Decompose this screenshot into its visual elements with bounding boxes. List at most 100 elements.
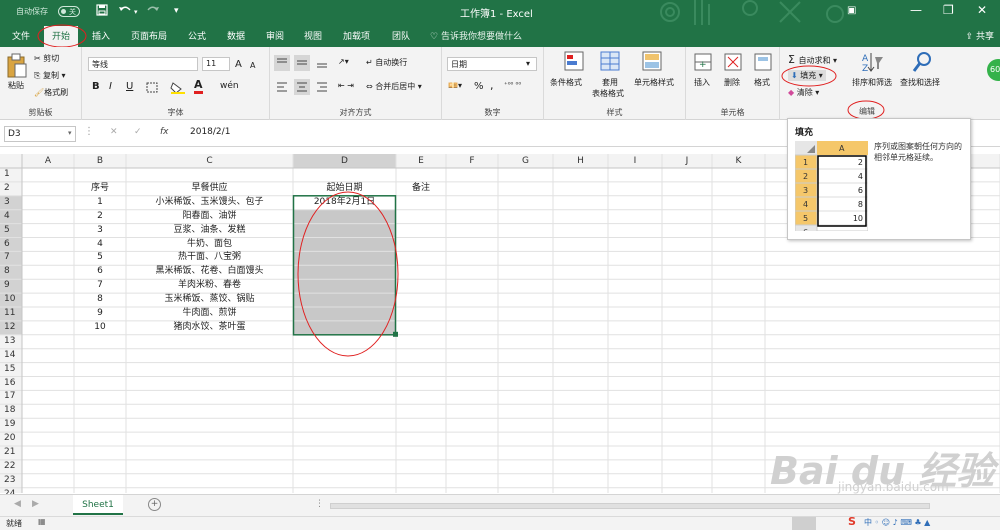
tab-file[interactable]: 文件 [12,29,30,42]
customize-qat-icon[interactable]: ▾ [174,6,179,16]
cell-c2-header[interactable]: 早餐供应 [126,182,293,195]
horizontal-scrollbar[interactable] [330,503,930,509]
comma-button[interactable]: , [490,79,494,92]
cell-c10[interactable]: 玉米稀饭、蒸饺、锅贴 [126,293,293,306]
cut-button[interactable]: ✂ 剪切 [34,53,59,64]
prev-sheet-icon[interactable]: ◀ [14,499,21,509]
format-as-table-button-2[interactable]: 表格格式 [592,88,624,99]
normal-view-icon[interactable] [792,517,816,530]
grow-font-button[interactable]: A [235,59,242,70]
close-button[interactable]: ✕ [977,3,987,17]
row-header-9[interactable]: 9 [0,279,22,292]
cancel-icon[interactable]: ✕ [110,127,118,137]
sheet-scroll-divider[interactable]: ⋮ [315,499,324,509]
underline-button[interactable]: U [126,81,133,92]
cell-e2-header[interactable]: 备注 [396,182,446,195]
font-color-button[interactable]: A [194,78,203,94]
row-header-17[interactable]: 17 [0,390,22,403]
formula-input[interactable]: 2018/2/1 [190,127,230,137]
wrap-text-button[interactable]: ↵ 自动换行 [366,57,407,68]
cell-c7[interactable]: 热干面、八宝粥 [126,251,293,264]
tell-me-box[interactable]: ♡ 告诉我你想要做什么 [430,29,522,42]
border-icon[interactable] [146,82,158,95]
clear-button[interactable]: ◆ 清除 ▾ [788,87,819,98]
phonetic-button[interactable]: wén [220,81,239,91]
save-icon[interactable] [96,4,108,19]
row-header-7[interactable]: 7 [0,251,22,264]
row-header-13[interactable]: 13 [0,335,22,348]
sheet-tab-sheet1[interactable]: Sheet1 [73,495,123,515]
row-header-5[interactable]: 5 [0,224,22,237]
bold-button[interactable]: B [92,81,100,92]
cell-b9[interactable]: 7 [74,279,126,292]
row-header-23[interactable]: 23 [0,474,22,487]
delete-cells-button[interactable]: 删除 [724,77,740,88]
align-horizontal-icons[interactable] [274,79,330,97]
shrink-font-button[interactable]: A [250,61,255,70]
column-header-i[interactable]: I [608,154,662,168]
cell-b5[interactable]: 3 [74,224,126,237]
row-header-18[interactable]: 18 [0,404,22,417]
cell-b11[interactable]: 9 [74,307,126,320]
column-header-f[interactable]: F [446,154,498,168]
row-header-15[interactable]: 15 [0,363,22,376]
find-select-button[interactable]: 查找和选择 [900,77,940,88]
column-header-h[interactable]: H [553,154,608,168]
decimal-icons[interactable]: ⁺⁰⁰ ⁰⁰ [504,81,521,89]
row-header-16[interactable]: 16 [0,377,22,390]
cell-c9[interactable]: 羊肉米粉、春卷 [126,279,293,292]
paste-button[interactable]: 粘贴 [8,80,24,91]
column-header-d[interactable]: D [293,154,396,168]
currency-icon[interactable]: 💴▾ [448,81,462,90]
percent-button[interactable]: % [474,81,484,92]
row-header-8[interactable]: 8 [0,265,22,278]
row-header-6[interactable]: 6 [0,238,22,251]
row-header-21[interactable]: 21 [0,446,22,459]
cell-b8[interactable]: 6 [74,265,126,278]
column-header-g[interactable]: G [498,154,553,168]
cell-styles-button[interactable]: 单元格样式 [634,77,674,88]
row-header-20[interactable]: 20 [0,432,22,445]
undo-dropdown-icon[interactable]: ▾ [134,8,138,16]
format-as-table-button-1[interactable]: 套用 [602,77,618,88]
row-header-10[interactable]: 10 [0,293,22,306]
cell-b10[interactable]: 8 [74,293,126,306]
cell-c4[interactable]: 阳春面、油饼 [126,210,293,223]
column-header-e[interactable]: E [396,154,446,168]
paste-icon[interactable] [6,53,28,81]
row-header-3[interactable]: 3 [0,196,22,209]
column-header-a[interactable]: A [22,154,74,168]
restore-button[interactable]: ❐ [943,3,954,17]
cell-c3[interactable]: 小米稀饭、玉米馒头、包子 [126,196,293,209]
autosave-toggle[interactable]: 关 [58,6,80,17]
cell-c6[interactable]: 牛奶、面包 [126,238,293,251]
insert-cells-button[interactable]: 插入 [694,77,710,88]
row-header-12[interactable]: 12 [0,321,22,334]
name-box-dropdown-icon[interactable]: ▾ [68,129,72,137]
row-header-22[interactable]: 22 [0,460,22,473]
cell-c8[interactable]: 黑米稀饭、花卷、白面馒头 [126,265,293,278]
insert-function-button[interactable]: fx [160,127,169,137]
enter-icon[interactable]: ✓ [134,127,142,137]
share-button[interactable]: ⇪ 共享 [966,29,994,42]
font-size-select[interactable]: 11 [202,57,230,71]
cell-b6[interactable]: 4 [74,238,126,251]
row-header-19[interactable]: 19 [0,418,22,431]
row-header-2[interactable]: 2 [0,182,22,195]
format-cells-button[interactable]: 格式 [754,77,770,88]
copy-button[interactable]: ⎘ 复制 ▾ [34,70,66,81]
cell-b4[interactable]: 2 [74,210,126,223]
next-sheet-icon[interactable]: ▶ [32,499,39,509]
row-header-11[interactable]: 11 [0,307,22,320]
format-painter-button[interactable]: 🖌格式刷 [34,87,68,98]
add-sheet-button[interactable]: + [148,498,161,511]
tab-team[interactable]: 团队 [392,29,410,42]
ime-tray-icons[interactable]: 中 ◦ ☺ ♪ ⌨ ♣ ▲ [864,517,930,528]
cell-b3[interactable]: 1 [74,196,126,209]
row-header-1[interactable]: 1 [0,168,22,181]
cell-b12[interactable]: 10 [74,321,126,334]
merge-center-button[interactable]: ⇔ 合并后居中 ▾ [366,81,422,92]
align-top-icon[interactable] [274,55,330,73]
column-header-c[interactable]: C [126,154,293,168]
name-box[interactable]: D3 [4,126,76,142]
